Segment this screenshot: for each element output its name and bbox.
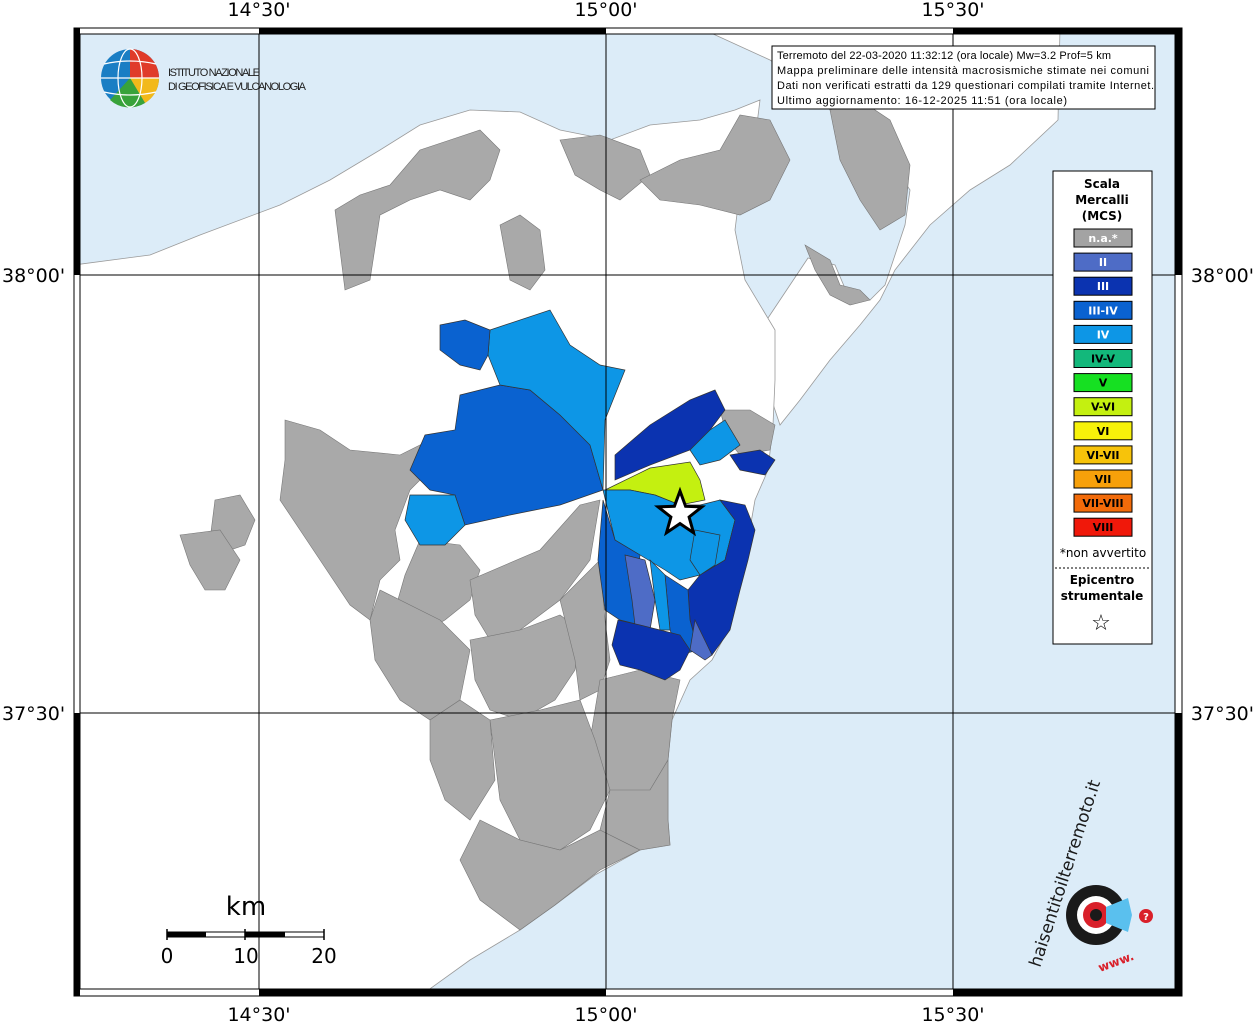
info-box: Terremoto del 22-03-2020 11:32:12 (ora l… <box>771 45 1156 110</box>
legend-swatch-label: III-IV <box>1088 304 1118 317</box>
lat-label-left-2: 37°30' <box>2 703 65 725</box>
legend-title-2: Mercalli <box>1075 193 1129 207</box>
legend-swatch-label: VII-VIII <box>1082 497 1123 510</box>
lat-label-right-2: 37°30' <box>1191 703 1254 725</box>
info-line-4: Ultimo aggiornamento: 16-12-2025 11:51 (… <box>777 95 1067 107</box>
legend-swatch-label: II <box>1099 256 1107 269</box>
info-line-1: Terremoto del 22-03-2020 11:32:12 (ora l… <box>777 50 1111 62</box>
scale-tick-0: 0 <box>161 944 174 968</box>
info-line-3: Dati non verificati estratti da 129 ques… <box>777 80 1154 92</box>
lon-label-top-2: 15°00' <box>574 0 637 21</box>
legend-footnote: *non avvertito <box>1060 546 1146 560</box>
legend-title-3: (MCS) <box>1082 209 1123 223</box>
svg-text:?: ? <box>1143 912 1149 923</box>
lon-label-bottom-3: 15°30' <box>921 1004 984 1024</box>
legend-swatch-label: IV-V <box>1091 353 1116 366</box>
lat-label-left-1: 38°00' <box>2 265 65 287</box>
legend-swatch-label: VI-VII <box>1086 449 1119 462</box>
scale-unit: km <box>226 892 266 922</box>
intensity-map: 14°30' 15°00' 15°30' 14°30' 15°00' 15°30… <box>2 0 1254 1024</box>
lon-label-bottom-2: 15°00' <box>574 1004 637 1024</box>
legend-swatch-label: III <box>1097 280 1109 293</box>
lon-label-bottom-1: 14°30' <box>227 1004 290 1024</box>
legend-swatch-label: VI <box>1097 425 1110 438</box>
lon-label-top-1: 14°30' <box>227 0 290 21</box>
scale-tick-2: 20 <box>311 944 336 968</box>
lat-label-right-1: 38°00' <box>1191 265 1254 287</box>
legend-swatch-label: VIII <box>1093 521 1114 534</box>
legend-swatch-label: VII <box>1095 473 1112 486</box>
legend-star-icon: ☆ <box>1091 611 1111 636</box>
legend-swatch-label: n.a.* <box>1088 232 1118 245</box>
lon-label-top-3: 15°30' <box>921 0 984 21</box>
scale-tick-1: 10 <box>233 944 258 968</box>
ingv-name-line2: DI GEOFISICA E VULCANOLOGIA <box>168 81 307 93</box>
legend-swatch-label: IV <box>1097 328 1110 341</box>
legend-swatch-label: V-VI <box>1091 401 1115 414</box>
legend-epi-2: strumentale <box>1061 589 1144 603</box>
map-area <box>80 34 1175 989</box>
info-line-2: Mappa preliminare delle intensità macros… <box>777 65 1149 77</box>
legend-swatch-label: V <box>1099 377 1108 390</box>
legend: Scala Mercalli (MCS) n.a.*IIIIIIII-IVIVI… <box>1052 170 1153 645</box>
legend-epi-1: Epicentro <box>1070 573 1135 587</box>
ingv-name-line1: ISTITUTO NAZIONALE <box>168 67 260 79</box>
legend-title-1: Scala <box>1084 177 1120 191</box>
